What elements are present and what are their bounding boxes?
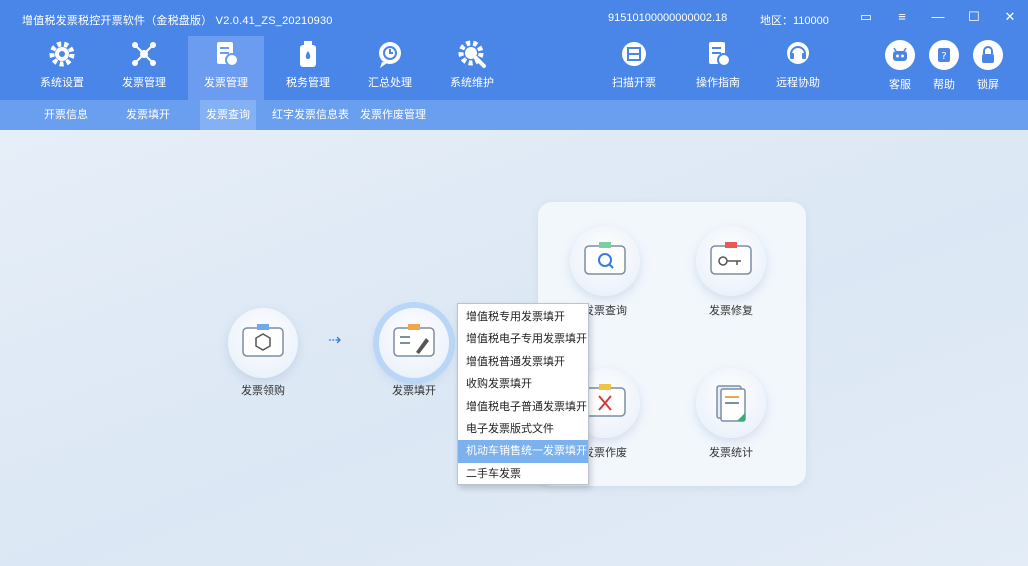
menu-item[interactable]: 增值税专用发票填开 — [458, 306, 588, 328]
menu-item[interactable]: 收购发票填开 — [458, 373, 588, 395]
toolbar-label: 扫描开票 — [612, 77, 656, 89]
subnav-item[interactable]: 发票填开 — [120, 100, 176, 130]
toolbar-label: 系统设置 — [40, 77, 84, 89]
tax-id: 91510100000000002.18 — [608, 12, 728, 24]
invoice-doc-icon — [217, 42, 239, 67]
gear-icon — [49, 41, 75, 67]
void-invoice-icon — [584, 384, 626, 417]
menu-icon[interactable]: ≡ — [894, 8, 910, 26]
toolbar-help[interactable]: ? 帮助 — [924, 40, 964, 92]
close-icon[interactable]: ✕ — [1002, 8, 1018, 26]
toolbar-tax-mgmt[interactable]: 税务管理 — [270, 36, 346, 100]
wrench-gear-icon — [458, 40, 486, 68]
subnav-item[interactable]: 发票作废管理 — [354, 100, 432, 130]
step-label: 发票填开 — [392, 385, 436, 397]
toolbar-label: 系统维护 — [450, 77, 494, 89]
menu-item[interactable]: 二手车发票 — [458, 463, 588, 485]
toolbar-label: 发票管理 — [122, 77, 166, 89]
maximize-icon[interactable]: ☐ — [966, 8, 982, 26]
invoice-statistics-node[interactable] — [696, 368, 766, 438]
chat-clock-icon — [379, 42, 401, 68]
subnav-item[interactable]: 红字发票信息表 — [266, 100, 355, 130]
app-title: 增值税发票税控开票软件（金税盘版） V2.0.41_ZS_20210930 — [22, 15, 333, 27]
toolbar-label: 税务管理 — [286, 77, 330, 89]
sub-navigation: 开票信息 发票填开 发票查询 红字发票信息表 发票作废管理 — [0, 100, 1028, 130]
invoice-repair-node[interactable] — [696, 226, 766, 296]
invoice-query-node[interactable] — [570, 226, 640, 296]
toolbar-invoice-tasks[interactable]: 发票管理 — [188, 36, 264, 100]
toolbar-scan-invoice[interactable]: 扫描开票 — [596, 36, 672, 100]
toolbar-maintenance[interactable]: 系统维护 — [434, 36, 510, 100]
main-toolbar: 系统设置 发票管理 发票管理 税务管理 汇总处理 系统维护 扫描开票 操作指南 … — [0, 36, 1028, 100]
action-label: 发票修复 — [709, 305, 753, 317]
toolbar-label: 客服 — [889, 79, 911, 91]
toolbar-label: 远程协助 — [776, 77, 820, 89]
region-code: 地区：110000 — [760, 15, 829, 27]
subnav-item[interactable]: 发票查询 — [200, 100, 256, 130]
toolbar-label: 锁屏 — [977, 79, 999, 91]
network-icon — [132, 42, 156, 66]
menu-item[interactable]: 增值税普通发票填开 — [458, 351, 588, 373]
window-controls: ▭ ≡ — ☐ ✕ — [858, 8, 1018, 26]
toolbar-summary[interactable]: 汇总处理 — [352, 36, 428, 100]
menu-item[interactable]: 增值税电子普通发票填开 — [458, 396, 588, 418]
toolbar-remote-assist[interactable]: 远程协助 — [760, 36, 836, 100]
minimize-icon[interactable]: — — [930, 8, 946, 26]
title-bar: 增值税发票税控开票软件（金税盘版） V2.0.41_ZS_20210930 91… — [0, 0, 1028, 36]
flow-arrow-icon: ⇢ — [328, 332, 342, 349]
svg-text:?: ? — [941, 51, 946, 62]
toolbar-customer-service[interactable]: 客服 — [880, 40, 920, 92]
search-invoice-icon — [584, 242, 626, 275]
key-invoice-icon — [710, 242, 752, 275]
help-icon: ? — [938, 48, 950, 62]
invoice-edit-icon — [393, 324, 435, 357]
scan-icon — [622, 42, 646, 66]
menu-item[interactable]: 增值税电子专用发票填开 — [458, 328, 588, 350]
action-label: 发票统计 — [709, 447, 753, 459]
toolbar-label: 发票管理 — [204, 77, 248, 89]
bottle-icon — [300, 41, 316, 67]
toolbar-label: 操作指南 — [696, 77, 740, 89]
skin-icon[interactable]: ▭ — [858, 8, 874, 26]
menu-item-highlighted[interactable]: 机动车销售统一发票填开 — [458, 440, 588, 463]
toolbar-system-settings[interactable]: 系统设置 — [24, 36, 100, 100]
toolbar-invoice-mgmt[interactable]: 发票管理 — [106, 36, 182, 100]
robot-icon — [893, 47, 907, 61]
lock-icon — [982, 46, 994, 63]
toolbar-label: 帮助 — [933, 79, 955, 91]
step-label: 发票领购 — [241, 385, 285, 397]
toolbar-lock[interactable]: 锁屏 — [968, 40, 1008, 92]
subnav-item[interactable]: 开票信息 — [38, 100, 94, 130]
guide-doc-icon — [709, 42, 731, 67]
invoice-purchase-node[interactable] — [228, 308, 298, 378]
toolbar-guide[interactable]: 操作指南 — [680, 36, 756, 100]
headset-icon — [787, 42, 809, 64]
invoice-issue-node[interactable] — [379, 308, 449, 378]
toolbar-label: 汇总处理 — [368, 77, 412, 89]
report-doc-icon — [716, 385, 746, 422]
invoice-box-icon — [242, 324, 284, 357]
menu-item[interactable]: 电子发票版式文件 — [458, 418, 588, 440]
invoice-issue-menu: 增值税专用发票填开 增值税电子专用发票填开 增值税普通发票填开 收购发票填开 增… — [457, 303, 589, 485]
